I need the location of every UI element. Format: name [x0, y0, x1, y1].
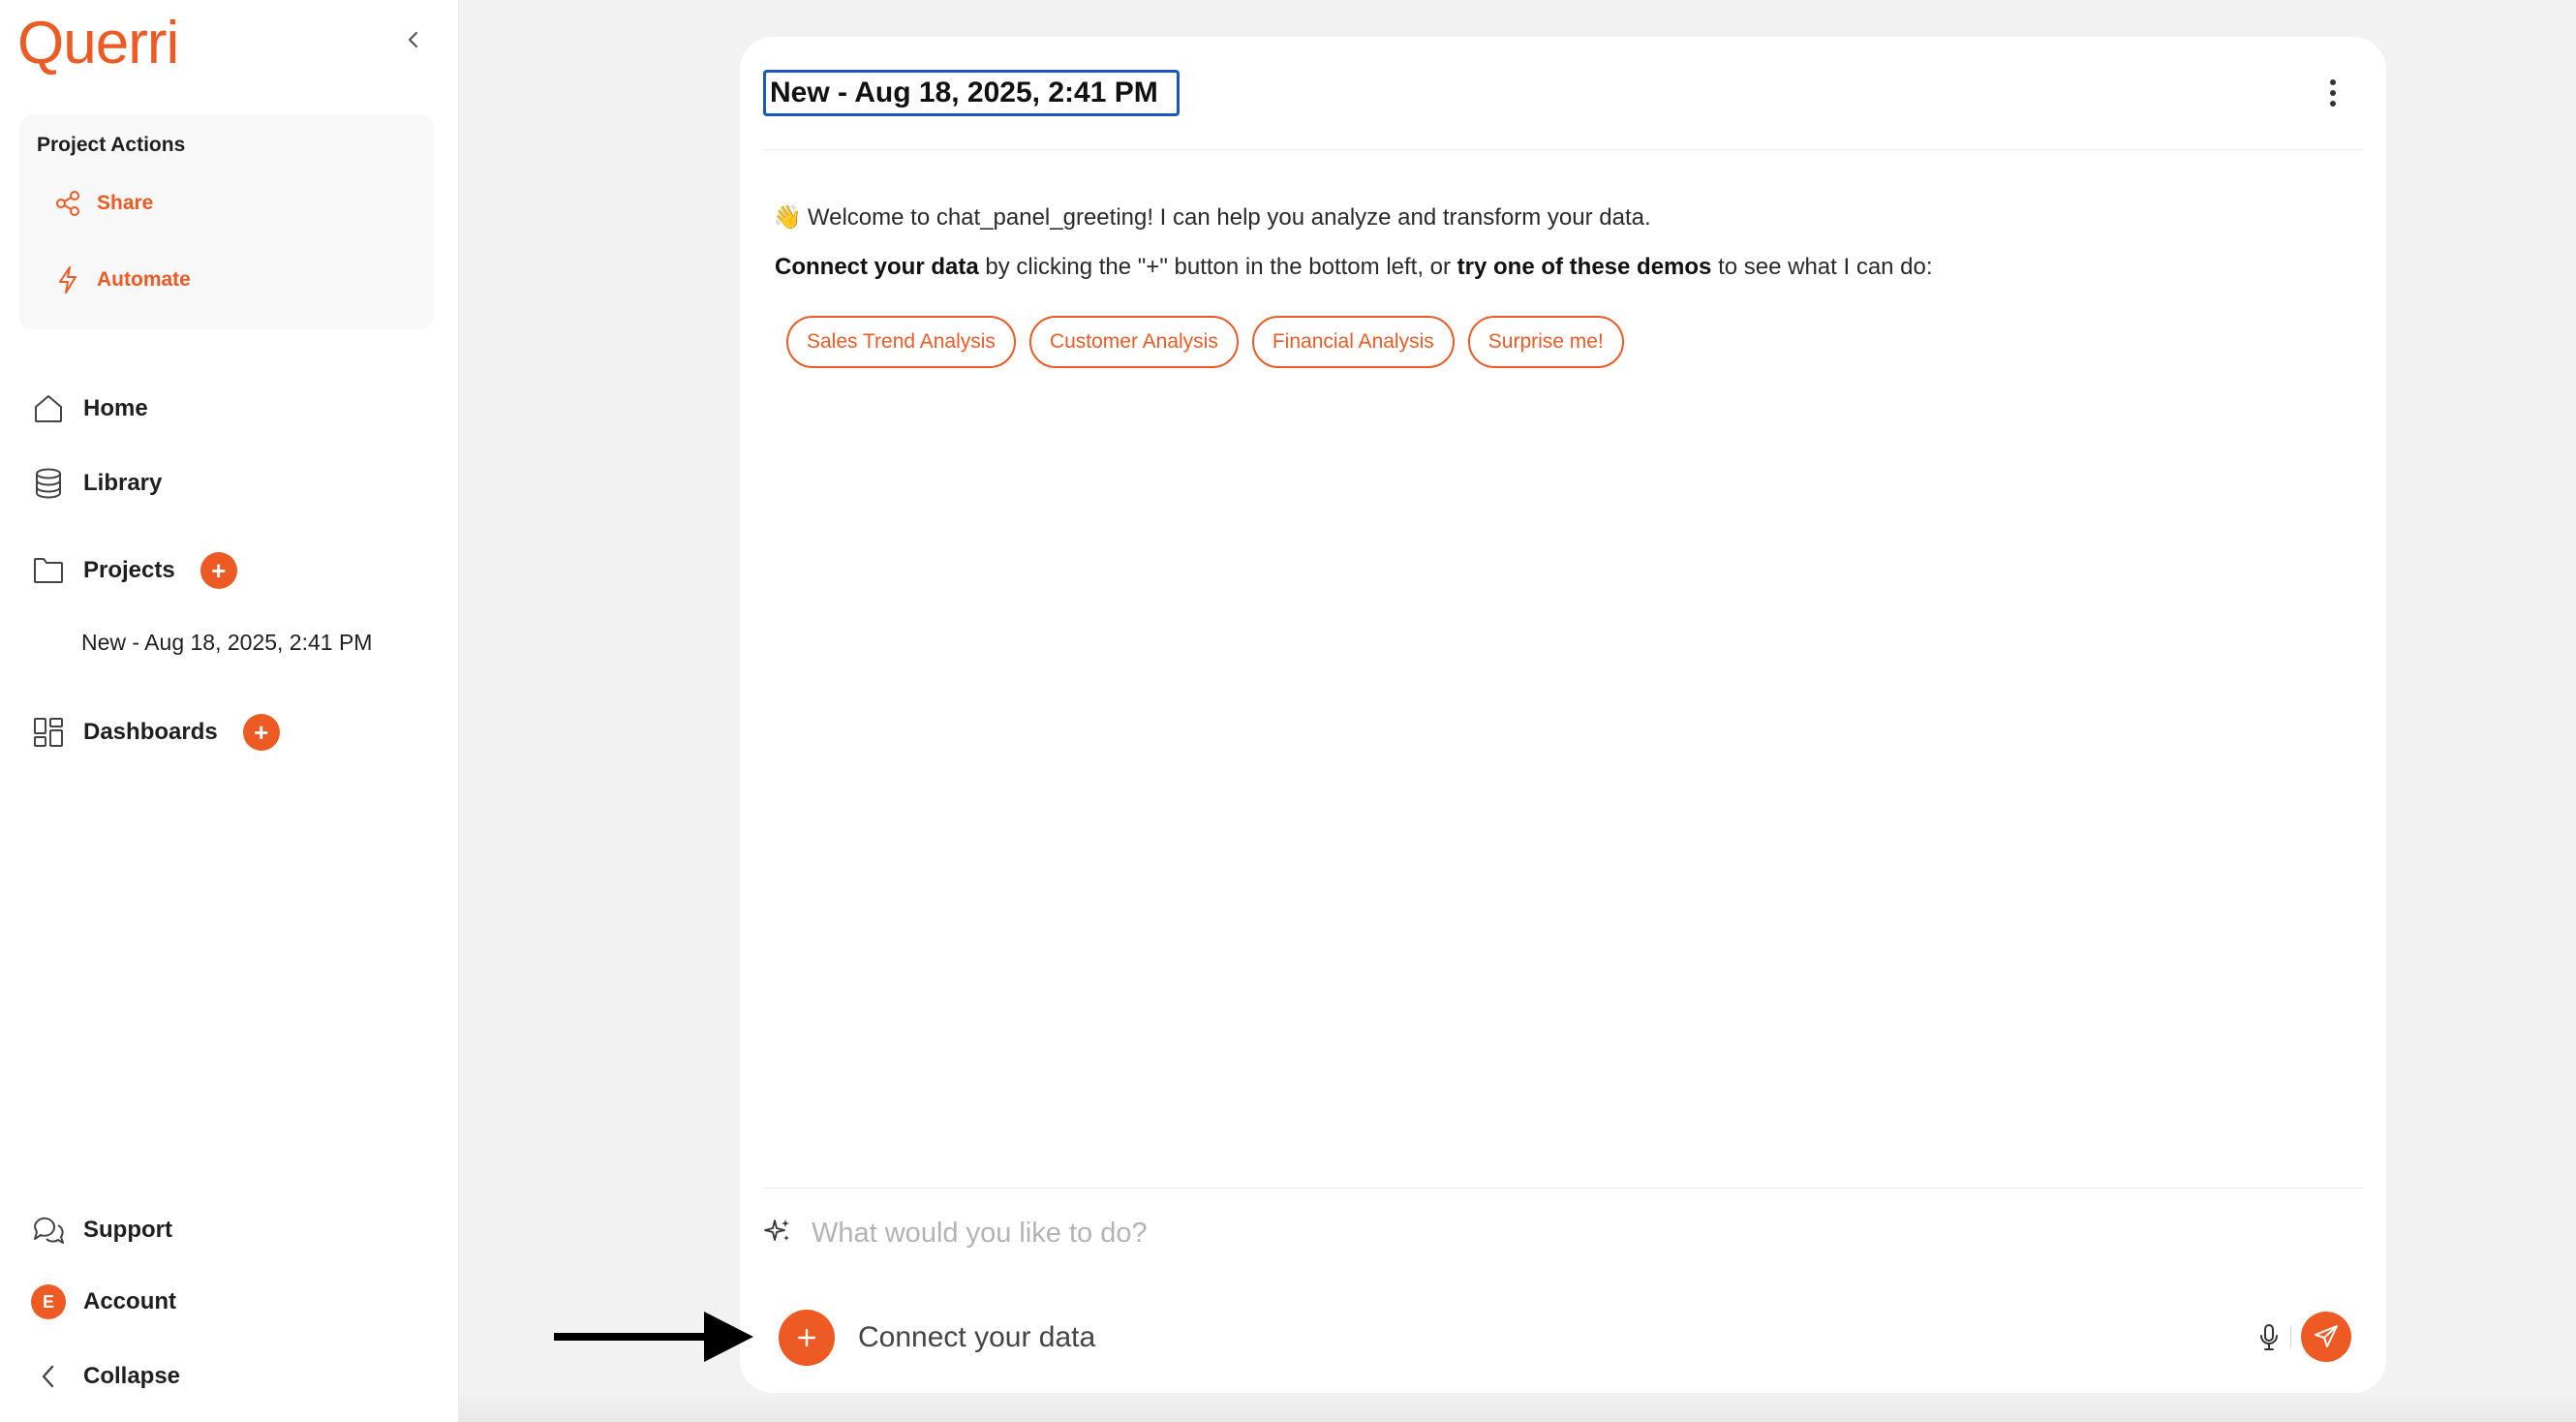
- home-icon: [31, 391, 66, 426]
- sidebar-item-label: Account: [83, 1288, 176, 1314]
- chevron-left-icon[interactable]: [399, 25, 428, 54]
- demo-chips: Sales Trend Analysis Customer Analysis F…: [786, 316, 1624, 368]
- bottom-shadow: [459, 1393, 2576, 1422]
- sidebar-item-label: Projects: [83, 557, 175, 583]
- connect-text-1: by clicking the "+" button in the bottom…: [978, 254, 1457, 280]
- demo-chip-surprise-me[interactable]: Surprise me!: [1467, 316, 1624, 368]
- prompt-input[interactable]: [812, 1218, 2167, 1250]
- share-icon: [56, 191, 79, 216]
- sidebar-item-account[interactable]: E Account: [31, 1284, 176, 1319]
- chat-bubbles-icon: [31, 1213, 66, 1248]
- dashboard-icon: [31, 715, 66, 750]
- sidebar-project-item[interactable]: New - Aug 18, 2025, 2:41 PM: [81, 630, 372, 656]
- sidebar-item-label: Dashboards: [83, 719, 218, 745]
- sidebar-item-label: Support: [83, 1217, 172, 1243]
- chat-panel: New - Aug 18, 2025, 2:41 PM 👋 Welcome to…: [740, 37, 2386, 1393]
- greeting-message: 👋 Welcome to chat_panel_greeting! I can …: [773, 203, 1651, 232]
- sidebar-collapse-button[interactable]: Collapse: [31, 1359, 180, 1394]
- sidebar-item-label: Collapse: [83, 1363, 181, 1389]
- database-icon: [31, 466, 66, 501]
- sidebar-item-dashboards[interactable]: Dashboards +: [31, 714, 280, 751]
- lightning-icon: [59, 266, 77, 294]
- sidebar-item-projects[interactable]: Projects +: [31, 552, 237, 589]
- sidebar-item-support[interactable]: Support: [31, 1213, 172, 1248]
- avatar: E: [31, 1284, 66, 1319]
- connect-data-button[interactable]: [779, 1310, 835, 1366]
- project-actions-title: Project Actions: [37, 134, 186, 156]
- connect-text-2: to see what I can do:: [1711, 254, 1933, 280]
- send-button[interactable]: [2301, 1312, 2351, 1362]
- demo-chip-financial-analysis[interactable]: Financial Analysis: [1251, 316, 1455, 368]
- sidebar-item-home[interactable]: Home: [31, 391, 148, 426]
- sidebar-item-label: Library: [83, 470, 163, 496]
- sidebar-item-library[interactable]: Library: [31, 466, 162, 501]
- prompt-row: [763, 1217, 2167, 1251]
- demo-chip-customer-analysis[interactable]: Customer Analysis: [1028, 316, 1239, 368]
- sidebar-item-label: Home: [83, 395, 148, 421]
- header-divider: [763, 149, 2363, 150]
- demo-chip-sales-trend[interactable]: Sales Trend Analysis: [786, 316, 1016, 368]
- connect-data-label[interactable]: Connect your data: [858, 1321, 1095, 1354]
- connect-bold: Connect your data: [775, 254, 979, 280]
- add-dashboard-button[interactable]: +: [242, 714, 280, 751]
- greeting-text: Welcome to chat_panel_greeting! I can he…: [807, 203, 1651, 231]
- composer-separator: [2290, 1325, 2291, 1348]
- kebab-menu-icon[interactable]: [2318, 76, 2347, 110]
- chevron-left-icon: [31, 1359, 66, 1394]
- waving-hand-icon: 👋: [773, 204, 802, 231]
- composer-divider: [763, 1188, 2363, 1189]
- share-button[interactable]: Share: [54, 190, 153, 217]
- connect-instructions: Connect your data by clicking the "+" bu…: [775, 254, 1933, 281]
- share-label: Share: [97, 192, 154, 214]
- folder-icon: [31, 553, 66, 588]
- project-actions-panel: Project Actions Share Automate: [19, 114, 434, 329]
- plus-icon: [797, 1328, 816, 1347]
- microphone-icon[interactable]: [2254, 1321, 2284, 1354]
- add-project-button[interactable]: +: [199, 552, 237, 589]
- automate-label: Automate: [97, 268, 191, 291]
- sparkle-icon: [763, 1217, 792, 1251]
- sidebar: Querri Project Actions Share Automate Ho…: [0, 0, 459, 1422]
- project-title-input[interactable]: New - Aug 18, 2025, 2:41 PM: [763, 70, 1180, 116]
- annotation-arrow-icon: [554, 1312, 753, 1362]
- app-logo: Querri: [17, 10, 179, 77]
- connect-row: Connect your data: [779, 1310, 1095, 1366]
- automate-button[interactable]: Automate: [54, 265, 191, 294]
- demos-bold: try one of these demos: [1457, 254, 1712, 280]
- send-icon: [2315, 1325, 2338, 1347]
